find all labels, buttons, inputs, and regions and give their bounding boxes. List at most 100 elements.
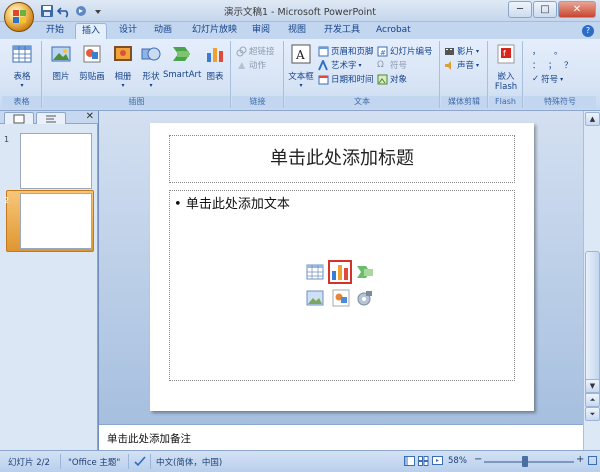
- chevron-down-icon: ▾: [476, 47, 480, 55]
- symbol-period[interactable]: 。: [554, 45, 563, 57]
- slide-thumbnail-2[interactable]: [20, 193, 92, 249]
- textbox-label: 文本框: [288, 72, 314, 82]
- table-button[interactable]: 表格 ▾: [6, 43, 38, 89]
- svg-text:A: A: [295, 48, 305, 62]
- action-button[interactable]: 动作: [236, 59, 266, 71]
- notes-pane[interactable]: 单击此处添加备注: [99, 424, 583, 450]
- object-label: 对象: [390, 75, 408, 85]
- window-controls: ─ □ ✕: [508, 1, 596, 18]
- language-indicator[interactable]: 中文(简体，中国): [156, 456, 222, 468]
- slide-number-button[interactable]: # 幻灯片编号: [377, 45, 433, 57]
- table-label: 表格: [13, 72, 31, 82]
- symbol-menu-button[interactable]: ✓ 符号 ▾: [532, 73, 563, 85]
- zoom-in-button[interactable]: +: [576, 454, 584, 465]
- smartart-icon: [173, 47, 190, 61]
- slideshow-view-icon[interactable]: [432, 456, 443, 469]
- bullet-glyph: •: [174, 197, 182, 212]
- zoom-level[interactable]: 58%: [448, 456, 467, 466]
- symbol-question[interactable]: ？: [564, 59, 573, 71]
- insert-clipart-icon[interactable]: [332, 289, 350, 307]
- tab-animations[interactable]: 动画: [148, 23, 178, 39]
- group-special-symbols: ， 。 ： ； ？ ✓ 符号 ▾ 特殊符号: [524, 41, 596, 108]
- next-slide-icon[interactable]: ⏷: [585, 407, 600, 421]
- chevron-down-icon: ▾: [149, 82, 153, 89]
- spellcheck-icon[interactable]: [134, 456, 146, 470]
- insert-table-icon[interactable]: [306, 263, 324, 281]
- notes-scrollbar[interactable]: [583, 424, 600, 450]
- textbox-button[interactable]: A 文本框 ▾: [287, 43, 315, 89]
- insert-media-icon[interactable]: [356, 289, 374, 307]
- photo-album-button[interactable]: 相册 ▾: [109, 43, 137, 89]
- sound-icon: [444, 60, 455, 71]
- office-button[interactable]: [4, 2, 34, 32]
- slides-pane: ✕ 1 2: [0, 111, 98, 450]
- group-links: 超链接 动作 链接: [232, 41, 284, 108]
- sound-button[interactable]: 声音 ▾: [444, 59, 479, 71]
- tab-outline[interactable]: [36, 112, 66, 124]
- minimize-button[interactable]: ─: [508, 1, 532, 18]
- close-button[interactable]: ✕: [558, 1, 596, 18]
- tab-slideshow[interactable]: 幻灯片放映: [186, 23, 243, 39]
- outline-tab-icon: [46, 115, 56, 123]
- chart-button[interactable]: 图表: [201, 43, 229, 82]
- help-icon[interactable]: ?: [582, 25, 594, 37]
- object-icon: [377, 74, 388, 85]
- embed-flash-button[interactable]: f 嵌入 Flash: [491, 43, 521, 92]
- group-label-flash: Flash: [489, 96, 522, 108]
- header-footer-button[interactable]: 页眉和页脚: [318, 45, 374, 57]
- symbol-semicolon[interactable]: ；: [548, 59, 557, 71]
- symbol-colon[interactable]: ：: [532, 59, 541, 71]
- tab-home[interactable]: 开始: [40, 23, 70, 39]
- picture-icon: [51, 46, 71, 62]
- ribbon: 表格 ▾ 表格 图片 剪贴画 相册 ▾ 形状 ▾ SmartArt 图表 插图 …: [0, 39, 600, 111]
- title-placeholder[interactable]: 单击此处添加标题: [169, 135, 515, 183]
- flash-label: Flash: [494, 82, 518, 92]
- vertical-scrollbar[interactable]: ▲ ▼ ⏶ ⏷: [583, 111, 600, 424]
- content-placeholder[interactable]: • 单击此处添加文本: [169, 190, 515, 381]
- slide-sorter-view-icon[interactable]: [418, 456, 429, 469]
- smartart-button[interactable]: SmartArt: [163, 43, 201, 80]
- insert-smartart-icon[interactable]: [356, 263, 374, 281]
- photo-album-label: 相册: [114, 72, 132, 82]
- group-tables: 表格 ▾ 表格: [2, 41, 42, 108]
- shapes-button[interactable]: 形状 ▾: [137, 43, 165, 89]
- zoom-slider-knob[interactable]: [522, 456, 528, 467]
- scroll-down-icon[interactable]: ▼: [585, 379, 600, 393]
- date-time-button[interactable]: 日期和时间: [318, 73, 374, 85]
- insert-chart-highlight[interactable]: [328, 260, 352, 284]
- tab-acrobat[interactable]: Acrobat: [370, 23, 417, 39]
- zoom-slider-track[interactable]: [484, 461, 574, 463]
- previous-slide-icon[interactable]: ⏶: [585, 393, 600, 407]
- normal-view-icon[interactable]: [404, 456, 415, 469]
- pane-tabs: ✕: [0, 111, 98, 124]
- object-button[interactable]: 对象: [377, 73, 407, 85]
- slide-thumbnail-1[interactable]: [20, 133, 92, 189]
- maximize-button[interactable]: □: [533, 1, 557, 18]
- notes-placeholder: 单击此处添加备注: [107, 433, 191, 445]
- tab-design[interactable]: 设计: [113, 23, 143, 39]
- tab-developer[interactable]: 开发工具: [318, 23, 366, 39]
- movie-button[interactable]: 影片 ▾: [444, 45, 479, 57]
- tab-review[interactable]: 审阅: [246, 23, 276, 39]
- slide-editor: 单击此处添加标题 • 单击此处添加文本: [99, 111, 583, 424]
- zoom-out-button[interactable]: −: [474, 454, 482, 465]
- slide-canvas: 单击此处添加标题 • 单击此处添加文本: [150, 123, 534, 411]
- symbol-button[interactable]: Ω 符号: [377, 59, 407, 72]
- wordart-button[interactable]: 艺术字 ▾: [318, 58, 362, 71]
- hyperlink-button[interactable]: 超链接: [236, 45, 275, 57]
- tab-slides[interactable]: [4, 112, 34, 124]
- theme-name[interactable]: "Office 主题": [68, 456, 120, 468]
- insert-picture-icon[interactable]: [306, 289, 324, 307]
- symbol-comma[interactable]: ，: [532, 45, 541, 57]
- chevron-down-icon: ▾: [299, 82, 303, 89]
- symbol-menu-label: 符号: [541, 75, 559, 85]
- fit-slide-icon[interactable]: [588, 456, 597, 468]
- clipart-button[interactable]: 剪贴画: [75, 43, 109, 82]
- close-pane-icon[interactable]: ✕: [86, 111, 94, 122]
- tab-insert[interactable]: 插入: [75, 23, 108, 39]
- checkmark-icon: ✓: [532, 74, 540, 84]
- slides-tab-icon: [13, 114, 25, 124]
- tab-view[interactable]: 视图: [282, 23, 312, 39]
- picture-button[interactable]: 图片: [47, 43, 75, 82]
- scroll-up-icon[interactable]: ▲: [585, 112, 600, 126]
